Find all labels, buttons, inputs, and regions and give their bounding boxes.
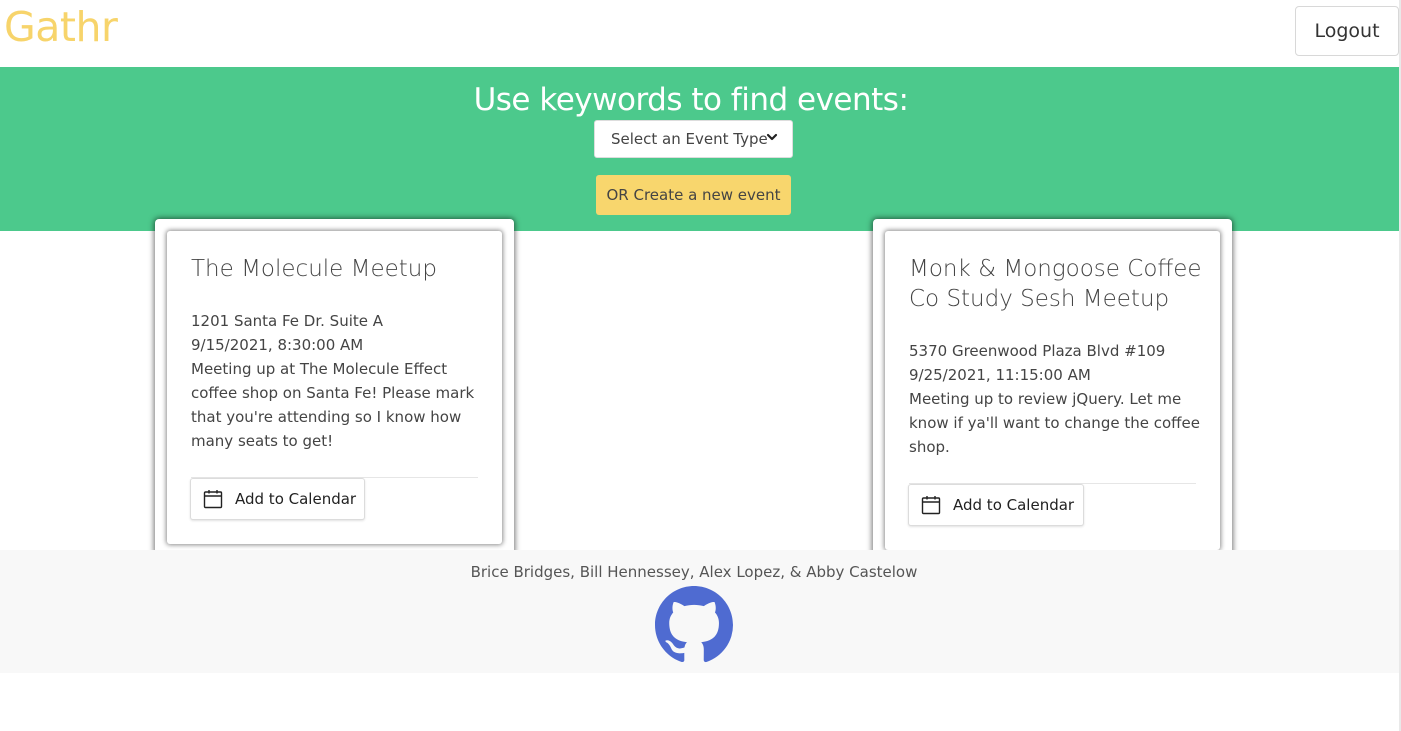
brand-logo[interactable]: Gathr [4, 3, 118, 51]
event-description-line: know if ya'll want to change the coffee [909, 414, 1200, 432]
add-to-calendar-button[interactable]: Add to Calendar [908, 484, 1084, 526]
event-card-body: Monk & Mongoose Coffee Co Study Sesh Mee… [885, 231, 1220, 550]
search-hero: Use keywords to find events: Select an E… [0, 67, 1399, 231]
event-title-line2: Co Study Sesh Meetup [909, 286, 1170, 312]
event-datetime: 9/25/2021, 11:15:00 AM [909, 366, 1091, 384]
add-to-calendar-label: Add to Calendar [953, 496, 1075, 514]
event-description-line: coffee shop on Santa Fe! Please mark [191, 384, 475, 402]
calendar-icon [921, 496, 941, 515]
event-card-body: The Molecule Meetup 1201 Santa Fe Dr. Su… [167, 231, 502, 544]
calendar-icon [203, 490, 223, 509]
event-description-line: many seats to get! [191, 432, 334, 450]
chevron-down-icon [766, 133, 778, 141]
event-description-line: Meeting up to review jQuery. Let me [909, 390, 1182, 408]
event-description-line: shop. [909, 438, 950, 456]
add-to-calendar-label: Add to Calendar [235, 490, 357, 508]
hero-title: Use keywords to find events: [473, 82, 909, 118]
event-title: Monk & Mongoose Coffee [909, 256, 1202, 282]
footer-credits: Brice Bridges, Bill Hennessey, Alex Lope… [470, 563, 918, 581]
event-address: 5370 Greenwood Plaza Blvd #109 [909, 342, 1166, 360]
event-title: The Molecule Meetup [191, 256, 437, 282]
event-datetime: 9/15/2021, 8:30:00 AM [191, 336, 364, 354]
logout-button[interactable]: Logout [1295, 6, 1399, 56]
github-icon[interactable] [655, 586, 733, 664]
add-to-calendar-button[interactable]: Add to Calendar [190, 478, 365, 520]
event-type-select-value: Select an Event Type [611, 130, 768, 148]
navbar: Gathr Logout [0, 0, 1399, 67]
footer: Brice Bridges, Bill Hennessey, Alex Lope… [0, 550, 1399, 673]
event-type-select[interactable]: Select an Event Type [594, 120, 793, 158]
event-address: 1201 Santa Fe Dr. Suite A [191, 312, 384, 330]
event-description-line: Meeting up at The Molecule Effect [191, 360, 448, 378]
event-description-line: that you're attending so I know how [191, 408, 462, 426]
create-event-button[interactable]: OR Create a new event [596, 175, 791, 215]
